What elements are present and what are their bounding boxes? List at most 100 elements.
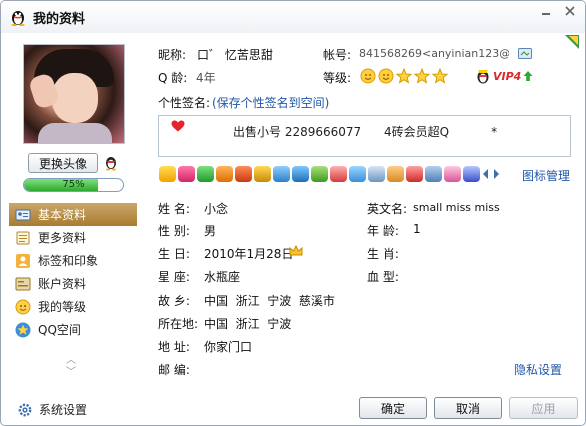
icon-manage-link[interactable]: 图标管理 [522, 167, 570, 184]
vip-penguin-icon [477, 70, 489, 84]
ok-button[interactable]: 确定 [359, 397, 427, 419]
star-icon [396, 68, 412, 84]
sun-icon [360, 68, 376, 84]
age-label: 年 龄: [367, 224, 399, 238]
qzone-star-icon [15, 322, 31, 337]
apply-button[interactable]: 应用 [509, 397, 578, 419]
service-icon[interactable] [235, 166, 252, 182]
sidebar-item-account[interactable]: 账户资料 [9, 272, 137, 295]
service-icon[interactable] [311, 166, 328, 182]
gear-icon [18, 403, 32, 416]
zodiac-label: 生 肖: [367, 247, 399, 261]
level-label: 等级: [323, 71, 352, 85]
sun-icon [378, 68, 394, 84]
upgrade-arrow-icon [523, 71, 533, 81]
account-value: 841568269<anyinian123@qq. [359, 47, 509, 60]
service-icon[interactable] [406, 166, 423, 182]
minimize-button[interactable] [535, 3, 557, 19]
service-icons-row [159, 166, 500, 182]
profile-completeness-bar: 75% [23, 178, 124, 192]
service-icon[interactable] [273, 166, 290, 182]
document-icon [16, 231, 30, 244]
corner-flag-icon[interactable] [565, 35, 579, 49]
save-signature-link[interactable]: (保存个性签名到空间) [212, 94, 329, 111]
window-title: 我的资料 [33, 11, 86, 27]
title-bar: 我的资料 [1, 1, 585, 33]
avatar[interactable] [23, 44, 125, 144]
heart-icon [171, 120, 185, 132]
qage-label: Q 龄: [158, 71, 188, 85]
privacy-settings-link[interactable]: 隐私设置 [514, 361, 562, 378]
service-icon[interactable] [197, 166, 214, 182]
signature-box[interactable]: 出售小号 2289666077 4砖会员超Q * [158, 115, 571, 157]
location-value: 中国 浙江 宁波 [204, 317, 292, 331]
sidebar-scroll[interactable]: ︿ ﹀ [63, 355, 79, 379]
account-icon [15, 277, 31, 290]
service-icon[interactable] [216, 166, 233, 182]
sidebar-item-tags[interactable]: 标签和印象 [9, 249, 137, 272]
sidebar-item-more-info[interactable]: 更多资料 [9, 226, 137, 249]
service-icon[interactable] [330, 166, 347, 182]
close-button[interactable] [559, 3, 581, 19]
service-icon[interactable] [368, 166, 385, 182]
change-avatar-button[interactable]: 更换头像 [28, 153, 98, 173]
address-value: 你家门口 [204, 340, 253, 354]
vip-level-text: VIP4 [493, 69, 522, 83]
address-label: 地 址: [158, 340, 190, 354]
sidebar-item-level[interactable]: 我的等级 [9, 295, 137, 318]
service-icon[interactable] [159, 166, 176, 182]
cancel-button[interactable]: 取消 [434, 397, 502, 419]
service-icon[interactable] [178, 166, 195, 182]
hometown-value: 中国 浙江 宁波 慈溪市 [204, 294, 335, 308]
qq-penguin-icon [11, 11, 25, 26]
progress-text: 75% [62, 179, 85, 190]
constellation-label: 星 座: [158, 270, 190, 284]
star-icon [432, 68, 448, 84]
service-icon[interactable] [254, 166, 271, 182]
sidebar-item-qzone[interactable]: QQ空间 [9, 318, 137, 341]
service-icon[interactable] [292, 166, 309, 182]
service-icon[interactable] [463, 166, 480, 182]
sidebar-item-basic-info[interactable]: 基本资料 [9, 203, 137, 226]
sidebar-item-label: QQ空间 [38, 323, 81, 337]
service-icon[interactable] [444, 166, 461, 182]
service-icon[interactable] [387, 166, 404, 182]
system-settings-label: 系统设置 [39, 403, 88, 417]
gender-label: 性 别: [158, 224, 190, 238]
name-label: 姓 名: [158, 202, 190, 216]
birthday-value: 2010年1月28日 [204, 247, 294, 261]
scroll-up-icon[interactable]: ︿ [63, 355, 79, 367]
vip-badge[interactable]: VIP4 [475, 68, 533, 84]
hometown-label: 故 乡: [158, 294, 190, 308]
blood-type-label: 血 型: [367, 270, 399, 284]
close-icon [565, 6, 575, 16]
profile-window: 我的资料 更换头像 75% 基本资料 更多资料 标签和印象 账户资料 我的等级 … [0, 0, 586, 426]
constellation-value: 水瓶座 [204, 270, 241, 284]
sidebar-item-label: 我的等级 [38, 300, 87, 314]
english-name-value: small miss miss [413, 201, 500, 214]
qage-value: 4年 [196, 71, 216, 85]
card-icon[interactable] [518, 47, 532, 60]
account-label: 帐号: [323, 48, 352, 62]
location-label: 所在地: [158, 317, 199, 331]
crown-icon[interactable] [289, 245, 303, 257]
system-settings-link[interactable]: 系统设置 [17, 401, 87, 418]
sidebar-nav: 基本资料 更多资料 标签和印象 账户资料 我的等级 QQ空间 [9, 203, 137, 341]
nickname-label: 昵称: [158, 48, 187, 62]
level-badges [360, 68, 448, 84]
nickname-value: 口゛ 忆苦思甜 [197, 48, 273, 62]
id-card-icon [15, 209, 31, 220]
scroll-down-icon[interactable]: ﹀ [63, 367, 79, 379]
sidebar-item-label: 账户资料 [38, 277, 87, 291]
sidebar-item-label: 标签和印象 [38, 254, 99, 268]
service-icon[interactable] [349, 166, 366, 182]
star-icon [414, 68, 430, 84]
sidebar-item-label: 更多资料 [38, 231, 87, 245]
minimize-icon [542, 13, 550, 15]
service-icon[interactable] [425, 166, 442, 182]
age-value: 1 [413, 222, 421, 236]
birthday-label: 生 日: [158, 247, 190, 261]
qq-pet-icon[interactable] [102, 153, 120, 171]
arrow-left-icon[interactable] [482, 168, 490, 180]
arrow-right-icon[interactable] [492, 168, 500, 180]
